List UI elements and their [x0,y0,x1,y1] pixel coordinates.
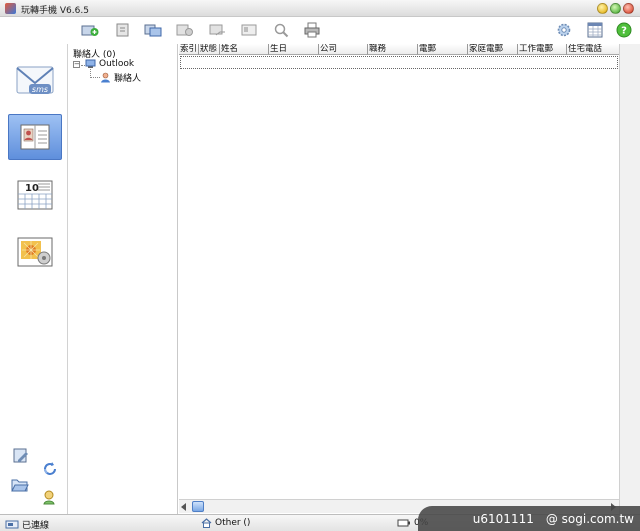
table-icon [587,22,603,38]
tree-node-contacts-label: 聯絡人 [114,74,142,84]
printer-icon [304,22,320,38]
send-contact-icon [209,24,225,36]
nav-calendar[interactable]: 10 [8,172,62,218]
edit-contact-icon [116,23,129,37]
battery-icon [397,519,410,527]
phone-edit-icon [13,448,28,463]
col-home-email[interactable]: 家庭電郵 [468,44,518,55]
open-folder-button[interactable] [10,475,30,495]
connection-status-text: 已連線 [22,521,50,531]
col-index[interactable]: 索引 [179,44,199,55]
folder-status-text: Other () [215,518,251,528]
card-view-icon [241,24,257,36]
media-gallery-icon [17,237,53,267]
col-birthday[interactable]: 生日 [269,44,319,55]
tree-node-outlook[interactable]: Outlook [85,59,134,69]
home-icon [201,518,212,528]
app-icon [5,3,16,14]
send-contact-button[interactable] [207,21,227,39]
card-view-button[interactable] [239,21,259,39]
tree-collapse-toggle[interactable]: − [73,61,80,68]
contact-folder-tree: 聯絡人 (0) − Outlook 聯絡人 [69,44,178,514]
sync-phone-button[interactable] [11,446,31,466]
add-contact-button[interactable] [80,21,100,39]
delete-contact-icon [176,24,193,36]
left-navigation: sms 10 [0,44,68,514]
contact-grid: 索引 狀態 姓名 生日 公司 職務 電郵 家庭電郵 工作電郵 住宅電話 [179,44,619,499]
col-email[interactable]: 電郵 [418,44,468,55]
title-bar: 玩轉手機 V6.6.5 [0,0,640,17]
vertical-scrollbar[interactable] [619,44,640,514]
scroll-left-icon[interactable] [181,503,186,511]
nav-contacts[interactable] [8,114,62,160]
delete-contact-button[interactable] [175,21,195,39]
col-work-email[interactable]: 工作電郵 [518,44,567,55]
tree-node-outlook-label: Outlook [99,59,135,69]
user-search-button[interactable] [40,487,60,507]
watermark-site: @ sogi.com.tw [545,511,634,526]
toolbar: ? [0,17,640,44]
nav-media[interactable] [8,229,62,275]
connection-status: 已連線 [5,518,49,531]
print-button[interactable] [302,21,322,39]
help-button[interactable]: ? [614,21,634,39]
svg-text:10: 10 [25,183,39,194]
folder-status: Other () [201,518,250,528]
col-title[interactable]: 職務 [368,44,418,55]
col-company[interactable]: 公司 [319,44,368,55]
table-settings-button[interactable] [585,21,605,39]
svg-text:?: ? [621,26,627,37]
watermark: u6101111 @ sogi.com.tw [418,506,640,531]
close-button[interactable] [623,3,634,14]
minimize-button[interactable] [597,3,608,14]
col-home-phone[interactable]: 住宅電話 [567,44,619,55]
help-icon: ? [616,22,632,38]
tree-node-contacts[interactable]: 聯絡人 [100,71,141,84]
copy-contact-button[interactable] [143,21,163,39]
contact-person-icon [101,72,110,83]
table-row[interactable] [180,56,618,69]
col-status[interactable]: 狀態 [199,44,220,55]
user-search-icon [43,490,55,505]
col-name[interactable]: 姓名 [220,44,269,55]
search-button[interactable] [271,21,291,39]
connection-icon [5,520,19,529]
gear-icon [557,23,571,37]
watermark-id: u6101111 [472,511,534,526]
sms-envelope-icon: sms [16,66,54,94]
window-title: 玩轉手機 V6.6.5 [21,6,89,16]
grid-header: 索引 狀態 姓名 生日 公司 職務 電郵 家庭電郵 工作電郵 住宅電話 [179,44,619,55]
contacts-card-icon [20,124,50,150]
computer-icon [85,59,96,68]
refresh-icon [44,462,56,475]
add-contact-icon [81,25,99,36]
edit-contact-button[interactable] [113,21,133,39]
calendar-icon: 10 [17,180,53,210]
nav-sms[interactable]: sms [8,57,62,103]
folder-open-icon [11,479,29,492]
copy-contact-icon [144,24,162,37]
svg-text:sms: sms [32,85,48,94]
settings-button[interactable] [554,21,574,39]
search-icon [274,23,289,38]
refresh-button[interactable] [40,459,60,479]
maximize-button[interactable] [610,3,621,14]
scroll-thumb[interactable] [192,501,204,512]
